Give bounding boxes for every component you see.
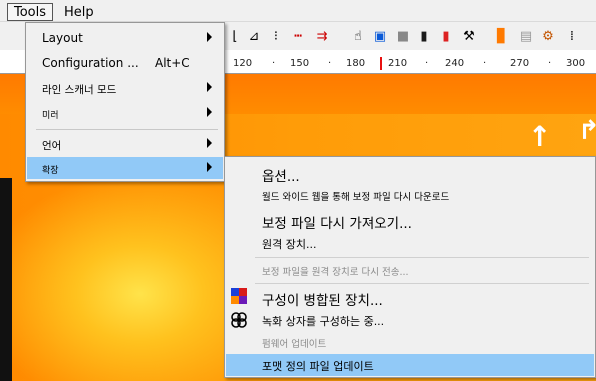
menu-separator	[36, 129, 218, 130]
ext-item-label: 펌웨어 업데이트	[262, 339, 327, 350]
palette-down-icon[interactable]: ▮	[438, 29, 454, 45]
menu-item-label: 미러	[42, 111, 59, 121]
ext-item-label: 구성이 병합된 장치...	[262, 293, 383, 309]
more-icon[interactable]: ⁞	[564, 29, 580, 45]
menu-separator	[255, 257, 589, 258]
hand-icon[interactable]: ☝	[350, 29, 366, 45]
menu-item-language[interactable]: 언어	[27, 133, 223, 155]
dashed-line-icon[interactable]: ┅	[290, 29, 306, 45]
ext-item-redownload-calibration[interactable]: 월드 와이드 웹을 통해 보정 파일 다시 다운로드	[226, 185, 594, 205]
submenu-arrow-icon	[207, 82, 212, 92]
image-border	[0, 178, 12, 381]
ruler-tick: 210	[388, 58, 408, 69]
color-scale-icon[interactable]: ▊	[494, 29, 510, 45]
arrow-up-icon: ↑	[528, 120, 552, 153]
ext-item-merged-device[interactable]: 구성이 병합된 장치...	[226, 284, 594, 309]
menu-item-label: 라인 스캐너 모드	[42, 84, 117, 96]
menu-bar: Tools Help	[0, 0, 596, 22]
fit-screen-icon[interactable]: ▣	[372, 29, 388, 45]
ext-item-remote-device[interactable]: 원격 장치...	[226, 233, 594, 253]
ext-item-label: 녹화 상자를 구성하는 중...	[262, 315, 385, 328]
menu-item-label: 확장	[42, 166, 59, 176]
menu-item-mirror[interactable]: 미러	[27, 102, 223, 124]
menu-item-label: 언어	[42, 140, 62, 152]
menu-item-line-scanner-mode[interactable]: 라인 스캐너 모드	[27, 77, 223, 99]
export-line-icon[interactable]: ⇉	[314, 29, 330, 45]
ruler-position-marker[interactable]	[380, 57, 382, 70]
tools-cross-icon[interactable]: ⚒	[461, 29, 477, 45]
gray-scale-icon[interactable]: ▤	[518, 29, 534, 45]
submenu-arrow-icon	[207, 107, 212, 117]
menu-item-layout[interactable]: Layout	[27, 27, 223, 49]
recording-box-icon	[230, 311, 248, 329]
ext-item-resend-calibration: 보정 파일을 원격 장치로 다시 전송...	[226, 260, 594, 280]
ruler-tick: 120	[233, 58, 253, 69]
ext-item-firmware-update: 펌웨어 업데이트	[226, 332, 594, 352]
gray-box-icon[interactable]: ■	[395, 29, 411, 45]
ext-item-recording-box[interactable]: 녹화 상자를 구성하는 중...	[226, 309, 594, 331]
ext-item-reimport-calibration[interactable]: 보정 파일 다시 가져오기...	[226, 207, 594, 232]
menu-item-extension[interactable]: 확장	[27, 157, 223, 179]
ext-item-label: 포맷 정의 파일 업데이트	[262, 360, 374, 373]
ruler-tick: 270	[510, 58, 530, 69]
tools-menu: Layout Configuration ... Alt+C 라인 스캐너 모드…	[25, 22, 225, 182]
menu-item-configuration[interactable]: Configuration ... Alt+C	[27, 52, 223, 74]
ext-item-format-definition-update[interactable]: 포맷 정의 파일 업데이트	[226, 354, 594, 376]
ruler-tick-dot: ·	[272, 58, 276, 69]
submenu-arrow-icon	[207, 162, 212, 172]
menu-tools[interactable]: Tools	[7, 3, 54, 21]
ext-item-label: 옵션...	[262, 169, 300, 185]
ext-item-options[interactable]: 옵션...	[226, 161, 594, 185]
extension-submenu: 옵션... 월드 와이드 웹을 통해 보정 파일 다시 다운로드 보정 파일 다…	[224, 156, 596, 378]
ruler-tick-dot: ·	[483, 58, 487, 69]
ext-item-label: 보정 파일을 원격 장치로 다시 전송...	[262, 267, 409, 278]
ruler-tick-dot: ·	[425, 58, 429, 69]
rotate-arrow-icon: ↱	[578, 116, 596, 146]
menu-item-label: Layout	[42, 31, 83, 45]
ruler-tick-dot: ·	[328, 58, 332, 69]
ruler-tick: 300	[566, 58, 586, 69]
settings-tools-icon[interactable]: ⚙	[540, 29, 556, 45]
submenu-arrow-icon	[207, 138, 212, 148]
menu-item-label: Configuration ...	[42, 56, 139, 70]
ruler-tick: 180	[346, 58, 366, 69]
menu-item-shortcut: Alt+C	[155, 56, 190, 70]
ext-item-label: 보정 파일 다시 가져오기...	[262, 216, 412, 232]
toolbar-bracket-icon[interactable]: ⌊	[227, 29, 243, 45]
ruler-tick-dot: ·	[548, 58, 552, 69]
menu-help[interactable]: Help	[58, 3, 100, 21]
ruler-tick: 240	[445, 58, 465, 69]
line-profile-icon[interactable]: ⊿	[246, 29, 262, 45]
ext-item-label: 원격 장치...	[262, 238, 317, 251]
ext-item-label: 월드 와이드 웹을 통해 보정 파일 다시 다운로드	[262, 192, 450, 203]
submenu-arrow-icon	[207, 32, 212, 42]
merged-device-icon	[230, 287, 248, 305]
palette-up-icon[interactable]: ▮	[416, 29, 432, 45]
ruler-tick: 150	[290, 58, 310, 69]
grid-dots-icon[interactable]: ⁝	[268, 29, 284, 45]
